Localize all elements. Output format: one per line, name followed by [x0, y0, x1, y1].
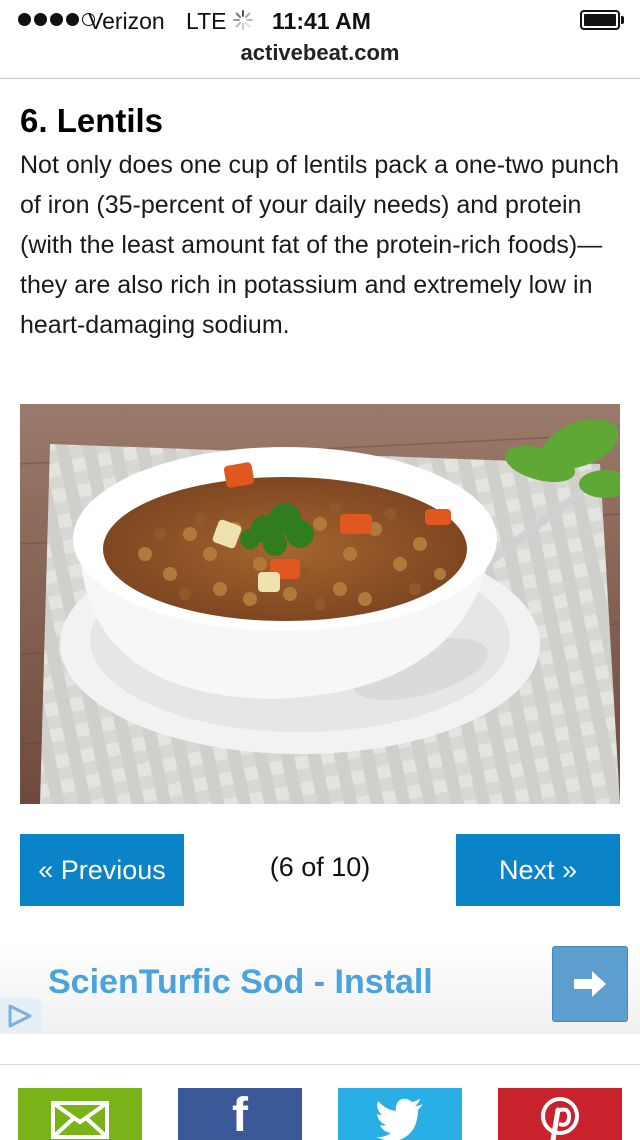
header-divider [0, 78, 640, 79]
battery-icon [580, 10, 624, 30]
activity-spinner-icon [233, 10, 253, 30]
clock: 11:41 AM [272, 8, 371, 34]
arrow-right-icon [574, 971, 606, 997]
email-icon [51, 1101, 109, 1139]
twitter-icon [376, 1098, 423, 1140]
next-button[interactable]: Next » [456, 834, 620, 906]
ad-text[interactable]: ScienTurfic Sod - Install [48, 963, 433, 1002]
previous-button[interactable]: « Previous [20, 834, 184, 906]
facebook-icon: f [232, 1089, 248, 1140]
share-pinterest-button[interactable] [498, 1088, 622, 1140]
pinterest-icon [541, 1097, 579, 1140]
share-twitter-button[interactable] [338, 1088, 462, 1140]
article-title: 6. Lentils [20, 102, 164, 139]
network-type: LTE [186, 8, 227, 34]
signal-strength-icon [18, 13, 95, 26]
adchoices-icon[interactable] [0, 998, 42, 1032]
ad-divider [0, 1064, 640, 1065]
status-bar: Verizon LTE 11:41 AM [0, 0, 640, 40]
share-facebook-button[interactable]: f [178, 1088, 302, 1140]
ad-arrow-button[interactable] [552, 946, 628, 1022]
carrier-name: Verizon [88, 8, 165, 34]
page-indicator: (6 of 10) [269, 852, 371, 882]
address-bar-url[interactable]: activebeat.com [0, 40, 640, 66]
lentil-soup-photo [20, 404, 620, 804]
share-email-button[interactable] [18, 1088, 142, 1140]
article-body: Not only does one cup of lentils pack a … [20, 151, 619, 339]
